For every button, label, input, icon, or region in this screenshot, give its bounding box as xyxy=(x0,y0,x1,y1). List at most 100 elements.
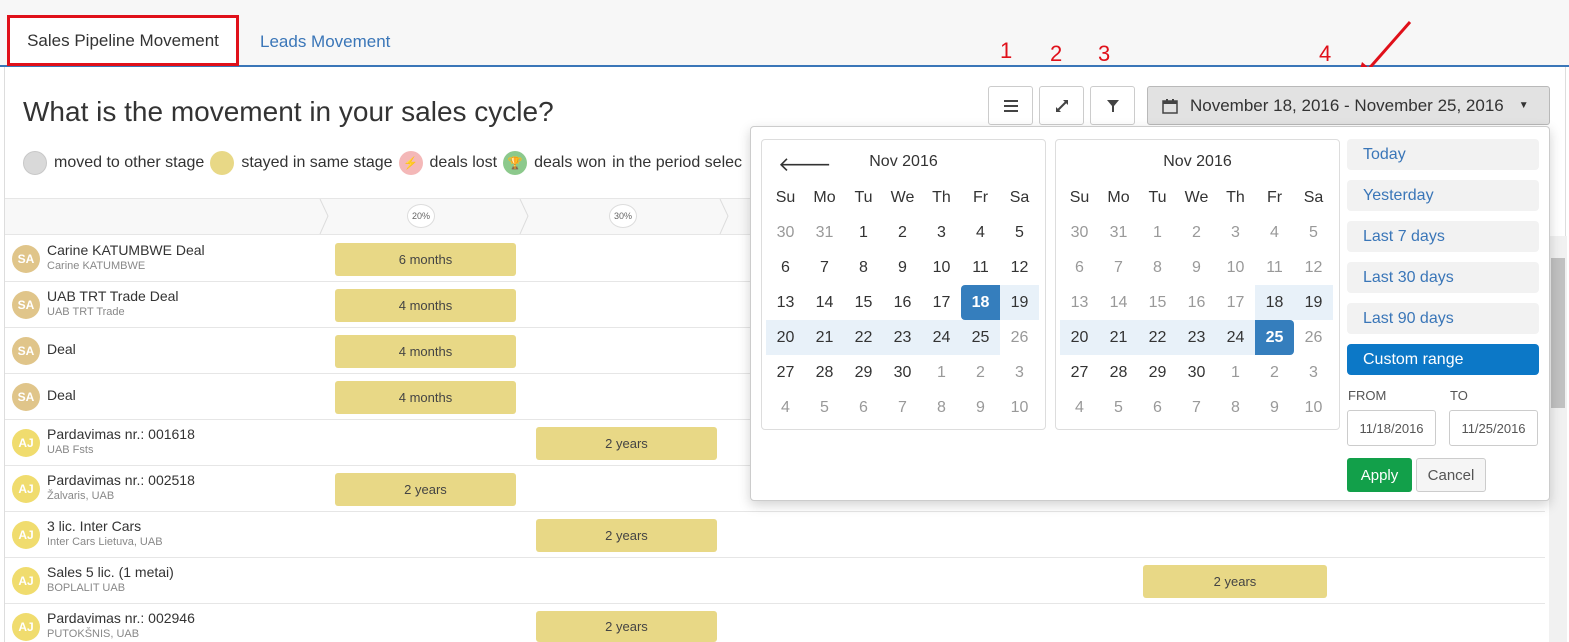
range-item[interactable]: Today xyxy=(1347,139,1539,170)
table-row[interactable]: AJ Pardavimas nr.: 002946 PUTOKŠNIS, UAB… xyxy=(5,604,1545,642)
calendar-day[interactable]: 5 xyxy=(1294,215,1333,250)
calendar-day[interactable]: 20 xyxy=(766,320,805,355)
to-date-input[interactable]: 11/25/2016 xyxy=(1449,410,1538,446)
scrollbar-thumb[interactable] xyxy=(1551,258,1565,408)
calendar-day[interactable]: 31 xyxy=(1099,215,1138,250)
tab-sales-pipeline-movement[interactable]: Sales Pipeline Movement xyxy=(7,15,239,66)
calendar-day[interactable]: 10 xyxy=(922,250,961,285)
calendar-day[interactable]: 3 xyxy=(922,215,961,250)
table-row[interactable]: AJ 3 lic. Inter Cars Inter Cars Lietuva,… xyxy=(5,512,1545,558)
calendar-day[interactable]: 9 xyxy=(961,390,1000,425)
calendar-day[interactable]: 27 xyxy=(766,355,805,390)
calendar-day[interactable]: 3 xyxy=(1294,355,1333,390)
duration-bar[interactable]: 2 years xyxy=(1143,565,1327,598)
calendar-day[interactable]: 11 xyxy=(1255,250,1294,285)
calendar-day[interactable]: 21 xyxy=(805,320,844,355)
calendar-day[interactable]: 9 xyxy=(1255,390,1294,425)
cancel-button[interactable]: Cancel xyxy=(1416,458,1486,492)
calendar-day[interactable]: 7 xyxy=(805,250,844,285)
calendar-day[interactable]: 25 xyxy=(961,320,1000,355)
duration-bar[interactable]: 2 years xyxy=(335,473,516,506)
calendar-day[interactable]: 31 xyxy=(805,215,844,250)
calendar-day[interactable]: 30 xyxy=(1177,355,1216,390)
calendar-day[interactable]: 8 xyxy=(844,250,883,285)
calendar-day[interactable]: 9 xyxy=(883,250,922,285)
calendar-day[interactable]: 7 xyxy=(1099,250,1138,285)
calendar-day[interactable]: 19 xyxy=(1294,285,1333,320)
calendar-day[interactable]: 18 xyxy=(961,285,1000,320)
range-item[interactable]: Yesterday xyxy=(1347,180,1539,211)
calendar-day[interactable]: 23 xyxy=(883,320,922,355)
from-date-input[interactable]: 11/18/2016 xyxy=(1347,410,1436,446)
calendar-day[interactable]: 21 xyxy=(1099,320,1138,355)
calendar-day[interactable]: 19 xyxy=(1000,285,1039,320)
filter-button[interactable] xyxy=(1090,86,1135,125)
duration-bar[interactable]: 4 months xyxy=(335,335,516,368)
list-view-button[interactable] xyxy=(988,86,1033,125)
range-item[interactable]: Last 7 days xyxy=(1347,221,1539,252)
tab-leads-movement[interactable]: Leads Movement xyxy=(260,16,390,68)
table-row[interactable]: AJ Sales 5 lic. (1 metai) BOPLALIT UAB 2… xyxy=(5,558,1545,604)
calendar-day[interactable]: 2 xyxy=(883,215,922,250)
calendar-day[interactable]: 10 xyxy=(1216,250,1255,285)
calendar-day[interactable]: 8 xyxy=(1138,250,1177,285)
range-item[interactable]: Last 30 days xyxy=(1347,262,1539,293)
calendar-day[interactable]: 29 xyxy=(1138,355,1177,390)
calendar-day[interactable]: 12 xyxy=(1000,250,1039,285)
calendar-day[interactable]: 4 xyxy=(1255,215,1294,250)
calendar-day[interactable]: 26 xyxy=(1294,320,1333,355)
calendar-day[interactable]: 8 xyxy=(1216,390,1255,425)
calendar-day[interactable]: 15 xyxy=(1138,285,1177,320)
calendar-day[interactable]: 3 xyxy=(1216,215,1255,250)
range-item[interactable]: Last 90 days xyxy=(1347,303,1539,334)
calendar-day[interactable]: 24 xyxy=(922,320,961,355)
calendar-day[interactable]: 1 xyxy=(844,215,883,250)
calendar-day[interactable]: 28 xyxy=(1099,355,1138,390)
calendar-day[interactable]: 24 xyxy=(1216,320,1255,355)
calendar-day[interactable]: 22 xyxy=(844,320,883,355)
calendar-day[interactable]: 6 xyxy=(1060,250,1099,285)
calendar-day[interactable]: 17 xyxy=(922,285,961,320)
calendar-day[interactable]: 17 xyxy=(1216,285,1255,320)
calendar-day[interactable]: 11 xyxy=(961,250,1000,285)
duration-bar[interactable]: 6 months xyxy=(335,243,516,276)
calendar-day[interactable]: 16 xyxy=(883,285,922,320)
calendar-day[interactable]: 29 xyxy=(844,355,883,390)
calendar-day[interactable]: 8 xyxy=(922,390,961,425)
duration-bar[interactable]: 2 years xyxy=(536,611,717,642)
calendar-day[interactable]: 10 xyxy=(1294,390,1333,425)
calendar-day[interactable]: 6 xyxy=(766,250,805,285)
calendar-day[interactable]: 13 xyxy=(1060,285,1099,320)
calendar-day[interactable]: 25 xyxy=(1255,320,1294,355)
calendar-day[interactable]: 5 xyxy=(805,390,844,425)
calendar-day[interactable]: 12 xyxy=(1294,250,1333,285)
calendar-day[interactable]: 28 xyxy=(805,355,844,390)
duration-bar[interactable]: 4 months xyxy=(335,289,516,322)
vertical-scrollbar[interactable] xyxy=(1549,236,1567,642)
range-item[interactable]: Custom range xyxy=(1347,344,1539,375)
calendar-day[interactable]: 20 xyxy=(1060,320,1099,355)
calendar-day[interactable]: 2 xyxy=(1255,355,1294,390)
calendar-day[interactable]: 2 xyxy=(1177,215,1216,250)
calendar-day[interactable]: 1 xyxy=(1138,215,1177,250)
apply-button[interactable]: Apply xyxy=(1347,458,1412,492)
duration-bar[interactable]: 4 months xyxy=(335,381,516,414)
calendar-day[interactable]: 30 xyxy=(1060,215,1099,250)
calendar-day[interactable]: 22 xyxy=(1138,320,1177,355)
fullscreen-button[interactable] xyxy=(1039,86,1084,125)
calendar-day[interactable]: 6 xyxy=(1138,390,1177,425)
calendar-day[interactable]: 13 xyxy=(766,285,805,320)
calendar-day[interactable]: 1 xyxy=(1216,355,1255,390)
calendar-day[interactable]: 16 xyxy=(1177,285,1216,320)
calendar-day[interactable]: 4 xyxy=(1060,390,1099,425)
calendar-day[interactable]: 27 xyxy=(1060,355,1099,390)
duration-bar[interactable]: 2 years xyxy=(536,519,717,552)
date-range-button[interactable]: November 18, 2016 - November 25, 2016 ▼ xyxy=(1147,86,1550,125)
calendar-day[interactable]: 3 xyxy=(1000,355,1039,390)
calendar-day[interactable]: 7 xyxy=(883,390,922,425)
calendar-day[interactable]: 26 xyxy=(1000,320,1039,355)
calendar-day[interactable]: 30 xyxy=(766,215,805,250)
calendar-day[interactable]: 2 xyxy=(961,355,1000,390)
calendar-day[interactable]: 4 xyxy=(766,390,805,425)
calendar-day[interactable]: 14 xyxy=(1099,285,1138,320)
